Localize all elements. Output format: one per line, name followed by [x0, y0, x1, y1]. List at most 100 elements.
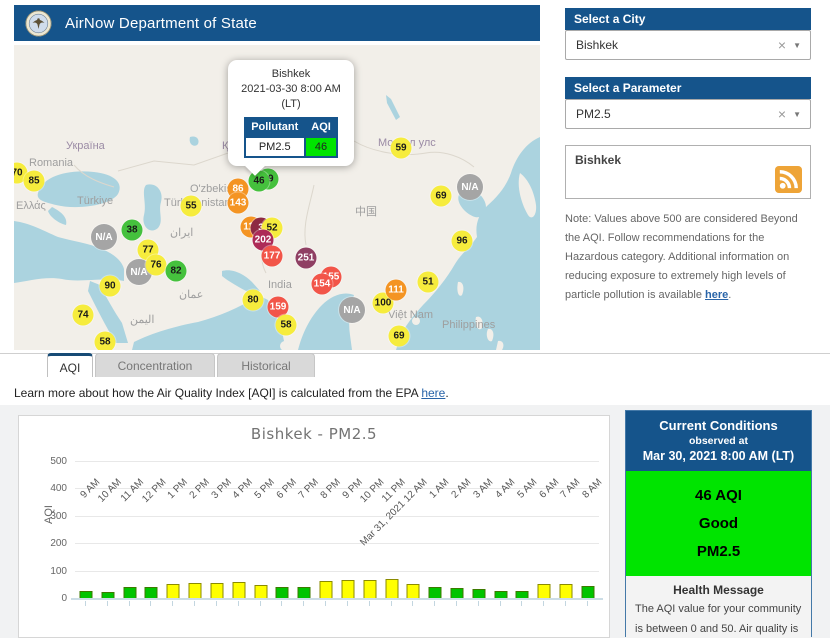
- x-tick: [477, 601, 479, 606]
- x-tick: [565, 601, 567, 606]
- aqi-marker-90[interactable]: 90: [99, 275, 121, 297]
- popup-title: Bishkek 2021-03-30 8:00 AM (LT): [234, 67, 348, 112]
- rss-icon[interactable]: [775, 166, 802, 193]
- current-aqi-box: 46 AQI Good PM2.5: [626, 471, 811, 577]
- aqi-marker-154[interactable]: 154: [311, 273, 333, 295]
- aqi-marker-58[interactable]: 58: [94, 331, 116, 350]
- aqi-marker-111[interactable]: 111: [385, 279, 407, 301]
- aqi-marker-96[interactable]: 96: [451, 230, 473, 252]
- chevron-down-icon[interactable]: ▼: [793, 110, 810, 119]
- y-tick-300: 300: [50, 510, 67, 522]
- bar-slot: 8 AM: [577, 462, 605, 606]
- learn-more-text: Learn more about how the Air Quality Ind…: [14, 386, 449, 400]
- aqi-marker-82[interactable]: 82: [165, 260, 187, 282]
- bar-slot: 1 PM: [162, 462, 190, 606]
- bar-slot: 6 PM: [271, 462, 299, 606]
- x-tick: [543, 601, 545, 606]
- x-tick: [586, 601, 588, 606]
- x-tick: [194, 601, 196, 606]
- aqi-marker-251[interactable]: 251: [295, 247, 317, 269]
- current-aqi-parameter: PM2.5: [696, 542, 741, 560]
- parameter-select[interactable]: PM2.5 × ▼: [565, 99, 811, 129]
- feed-box: Bishkek: [565, 145, 811, 199]
- tab-historical[interactable]: Historical: [217, 353, 315, 377]
- x-tick: [172, 601, 174, 606]
- aqi-marker-143[interactable]: 143: [227, 192, 249, 214]
- aqi-bar: [537, 584, 551, 599]
- chart-plot-area: 0 100 200 300 400 500 9 AM 10 AM 11 AM 12 PM 1 PM…: [50, 456, 605, 606]
- aqi-marker-N/A[interactable]: N/A: [339, 297, 365, 323]
- aqi-marker-55[interactable]: 55: [180, 195, 202, 217]
- aqi-bar: [363, 580, 377, 599]
- bar-slot: 9 PM: [337, 462, 365, 606]
- aqi-marker-46[interactable]: 46: [248, 170, 270, 192]
- clear-city-icon[interactable]: ×: [771, 37, 793, 53]
- health-message-title: Health Message: [673, 583, 764, 598]
- health-message-box: Health Message The AQI value for your co…: [626, 576, 811, 638]
- tab-concentration[interactable]: Concentration: [95, 353, 215, 377]
- note-here-link[interactable]: here: [705, 289, 728, 301]
- aqi-map[interactable]: УкраїнаRomaniaҚазаΕλλάςTürkiyeO'zbekisto…: [14, 45, 540, 350]
- parameter-select-value: PM2.5: [576, 107, 611, 121]
- x-tick: [281, 601, 283, 606]
- epa-here-link[interactable]: here: [421, 386, 445, 400]
- x-tick: [106, 601, 108, 606]
- aqi-marker-69[interactable]: 69: [430, 185, 452, 207]
- aqi-marker-85[interactable]: 85: [23, 170, 45, 192]
- popup-col-aqi: AQI: [304, 116, 338, 138]
- bar-slot: 10 AM: [97, 462, 124, 606]
- chevron-down-icon[interactable]: ▼: [793, 41, 810, 50]
- popup-aqi-value: 46: [303, 135, 339, 158]
- aqi-marker-N/A[interactable]: N/A: [91, 224, 117, 250]
- aqi-bar: [559, 584, 573, 599]
- city-select[interactable]: Bishkek × ▼: [565, 30, 811, 60]
- popup-timezone: (LT): [281, 97, 301, 110]
- x-tick: [346, 601, 348, 606]
- current-aqi-category: Good: [698, 514, 739, 532]
- aqi-marker-38[interactable]: 38: [121, 219, 143, 241]
- clear-parameter-icon[interactable]: ×: [771, 106, 793, 122]
- aqi-marker-51[interactable]: 51: [417, 271, 439, 293]
- popup-table: Pollutant AQI PM2.5 46: [243, 116, 339, 158]
- tab-aqi[interactable]: AQI: [47, 353, 93, 377]
- y-tick-400: 400: [50, 483, 67, 495]
- bar-slot: 7 AM: [555, 462, 583, 606]
- x-tick: [215, 601, 217, 606]
- select-parameter-header: Select a Parameter: [565, 77, 811, 99]
- state-department-seal-icon: [25, 10, 52, 37]
- aqi-marker-69[interactable]: 69: [388, 325, 410, 347]
- aqi-marker-76[interactable]: 76: [145, 254, 167, 276]
- bar-slot: 1 AM: [424, 462, 452, 606]
- aqi-marker-80[interactable]: 80: [242, 289, 264, 311]
- aqi-bar: [341, 580, 355, 599]
- page: AirNow Department of State Україна Roman…: [0, 0, 830, 638]
- bar-slot: Mar 31, 2021 12 AM: [359, 462, 430, 606]
- bar-slot: 2 PM: [184, 462, 212, 606]
- current-conditions-header: Current Conditions observed at Mar 30, 2…: [626, 411, 811, 471]
- x-tick: [325, 601, 327, 606]
- bar-slot: 3 AM: [468, 462, 495, 606]
- x-tick: [237, 601, 239, 606]
- feed-city-title: Bishkek: [575, 153, 622, 167]
- y-tick-100: 100: [50, 565, 67, 577]
- aqi-bar: [319, 581, 333, 599]
- aqi-marker-177[interactable]: 177: [261, 245, 283, 267]
- observed-datetime: Mar 30, 2021 8:00 AM (LT): [642, 449, 795, 463]
- aqi-marker-74[interactable]: 74: [72, 304, 94, 326]
- city-select-value: Bishkek: [576, 38, 619, 52]
- bar-slot: 3 PM: [206, 462, 234, 606]
- bar-slot: 9 AM: [75, 462, 103, 606]
- app-header: AirNow Department of State: [14, 5, 540, 41]
- y-tick-200: 200: [50, 538, 67, 550]
- sidebar: Select a City Bishkek × ▼ Select a Param…: [565, 8, 811, 305]
- aqi-bar: [188, 583, 202, 599]
- aqi-marker-59[interactable]: 59: [390, 137, 412, 159]
- aqi-bar: [254, 585, 268, 599]
- aqi-marker-N/A[interactable]: N/A: [457, 174, 483, 200]
- bar-slot: 12 PM: [140, 462, 168, 606]
- x-tick: [434, 601, 436, 606]
- aqi-marker-58[interactable]: 58: [275, 314, 297, 336]
- current-aqi-value: 46 AQI: [695, 487, 742, 504]
- chart-bars: 9 AM 10 AM 11 AM 12 PM 1 PM 2 PM 3 PM 4 PM 5 PM 6…: [75, 462, 605, 606]
- current-conditions-title: Current Conditions: [659, 418, 778, 433]
